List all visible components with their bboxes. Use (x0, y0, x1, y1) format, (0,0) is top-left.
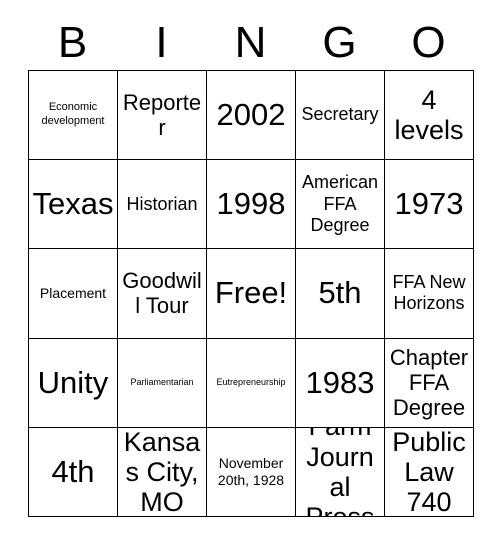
bingo-cell-o5-text: Public Law 740 (392, 427, 466, 517)
bingo-cell-g5[interactable]: Farm Journal Press (296, 427, 385, 517)
bingo-cell-o4[interactable]: Chapter FFA Degree (385, 338, 474, 428)
bingo-cell-g5-text: Farm Journal Press (305, 428, 374, 516)
bingo-cell-o3[interactable]: FFA New Horizons (385, 249, 474, 339)
bingo-header: B I N G O (28, 16, 473, 70)
bingo-cell-n5-text: November 20th, 1928 (217, 454, 285, 488)
bingo-cell-n4-text: Eutrepreneurship (216, 376, 286, 387)
bingo-cell-o5[interactable]: Public Law 740 (385, 427, 474, 517)
header-letter-b-label: B (57, 18, 88, 67)
bingo-cell-g2-text: American FFA Degree (301, 172, 379, 235)
header-letter-b: B (28, 16, 117, 70)
bingo-cell-g1-text: Secretary (301, 104, 379, 125)
bingo-card: B I N G O Economic development Reporter … (0, 0, 500, 544)
header-letter-g-label: G (322, 18, 357, 67)
header-letter-n-label: N (234, 18, 267, 67)
header-letter-n: N (206, 16, 295, 70)
header-letter-i-label: I (155, 18, 168, 67)
bingo-cell-i2[interactable]: Historian (118, 160, 207, 250)
bingo-cell-i4-text: Parliamentarian (130, 376, 194, 387)
bingo-cell-b1[interactable]: Economic development (29, 71, 118, 161)
bingo-cell-i4[interactable]: Parliamentarian (118, 338, 207, 428)
bingo-grid: Economic development Reporter 2002 Secre… (28, 70, 474, 517)
bingo-cell-i5[interactable]: Kansas City, MO (118, 427, 207, 517)
bingo-cell-g4[interactable]: 1983 (296, 338, 385, 428)
bingo-cell-o4-text: Chapter FFA Degree (389, 344, 469, 421)
bingo-cell-free-space[interactable]: Free! (207, 249, 296, 339)
bingo-cell-b3[interactable]: Placement (29, 249, 118, 339)
bingo-cell-n2-text: 1998 (216, 186, 286, 222)
bingo-cell-i1[interactable]: Reporter (118, 71, 207, 161)
bingo-cell-o1-text: 4 levels (394, 84, 464, 146)
bingo-cell-b1-text: Economic development (41, 101, 105, 128)
bingo-cell-b2-text: Texas (32, 186, 114, 222)
bingo-cell-n2[interactable]: 1998 (207, 160, 296, 250)
bingo-cell-i2-text: Historian (126, 193, 198, 214)
header-letter-o-label: O (411, 18, 446, 67)
bingo-cell-o3-text: FFA New Horizons (392, 272, 466, 314)
bingo-cell-g3[interactable]: 5th (296, 249, 385, 339)
bingo-cell-g4-text: 1983 (305, 364, 375, 400)
bingo-cell-i1-text: Reporter (122, 89, 202, 141)
header-letter-o: O (384, 16, 473, 70)
bingo-cell-b3-text: Placement (39, 284, 107, 301)
bingo-cell-b5[interactable]: 4th (29, 427, 118, 517)
bingo-cell-n1-text: 2002 (216, 97, 286, 133)
bingo-cell-n5[interactable]: November 20th, 1928 (207, 427, 296, 517)
bingo-cell-free-space-text: Free! (214, 275, 288, 311)
bingo-cell-o2[interactable]: 1973 (385, 160, 474, 250)
bingo-cell-g3-text: 5th (318, 275, 362, 311)
header-letter-g: G (295, 16, 384, 70)
bingo-cell-o2-text: 1973 (394, 186, 464, 222)
bingo-cell-n4[interactable]: Eutrepreneurship (207, 338, 296, 428)
bingo-cell-b2[interactable]: Texas (29, 160, 118, 250)
bingo-cell-i3-text: Goodwill Tour (122, 268, 202, 319)
bingo-cell-b4[interactable]: Unity (29, 338, 118, 428)
bingo-cell-g2[interactable]: American FFA Degree (296, 160, 385, 250)
bingo-cell-g1[interactable]: Secretary (296, 71, 385, 161)
bingo-cell-n1[interactable]: 2002 (207, 71, 296, 161)
bingo-cell-i3[interactable]: Goodwill Tour (118, 249, 207, 339)
bingo-cell-i5-text: Kansas City, MO (123, 427, 201, 517)
header-letter-i: I (117, 16, 206, 70)
bingo-cell-b4-text: Unity (37, 364, 109, 400)
bingo-cell-o1[interactable]: 4 levels (385, 71, 474, 161)
bingo-cell-b5-text: 4th (51, 453, 95, 489)
